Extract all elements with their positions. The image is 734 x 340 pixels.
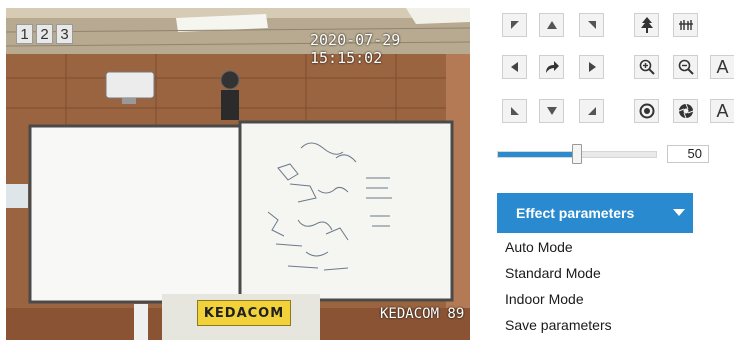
focus-far-button[interactable]	[634, 13, 659, 37]
caret-down-icon	[673, 209, 685, 216]
speed-slider-fill	[498, 152, 578, 157]
osd-timestamp: 2020-07-29 15:15:02	[310, 31, 401, 67]
tilt-up-button[interactable]	[539, 13, 564, 37]
effect-parameters-dropdown[interactable]: Effect parameters	[497, 193, 693, 233]
pan-right-button[interactable]	[579, 55, 604, 79]
zoom-out-icon	[678, 59, 694, 75]
triangle-down-icon	[546, 107, 557, 115]
osd-camera-name: KEDACOM 89	[380, 306, 465, 322]
channel-tab-1[interactable]: 1	[16, 24, 33, 44]
zoom-in-button[interactable]	[634, 55, 659, 79]
triangle-up-icon	[546, 21, 557, 29]
triangle-up-left-icon	[510, 21, 519, 29]
iris-close-icon	[678, 103, 693, 119]
text-size-button[interactable]: A	[710, 55, 734, 79]
focus-near-button[interactable]	[673, 13, 698, 37]
text-size-button-2[interactable]: A	[710, 99, 734, 123]
option-auto-mode[interactable]: Auto Mode	[497, 234, 697, 260]
tree-icon	[640, 17, 653, 33]
triangle-down-right-icon	[587, 107, 596, 115]
triangle-left-icon	[510, 62, 518, 72]
triangle-up-right-icon	[587, 21, 596, 29]
triangle-down-left-icon	[510, 107, 519, 115]
channel-tabs: 1 2 3	[16, 24, 73, 44]
curved-arrow-icon	[545, 61, 559, 73]
option-indoor-mode[interactable]: Indoor Mode	[497, 286, 697, 312]
zoom-out-button[interactable]	[673, 55, 698, 79]
triangle-right-icon	[588, 62, 596, 72]
effect-parameters-label: Effect parameters	[516, 205, 635, 221]
speed-value-field[interactable]: 50	[667, 145, 709, 163]
home-button[interactable]	[539, 55, 564, 79]
tilt-down-button[interactable]	[539, 99, 564, 123]
effect-options-list: Auto Mode Standard Mode Indoor Mode Save…	[497, 234, 697, 338]
iris-open-icon	[639, 103, 654, 119]
pan-up-left-button[interactable]	[502, 13, 527, 37]
option-save-parameters[interactable]: Save parameters	[497, 312, 697, 338]
zoom-in-icon	[639, 59, 655, 75]
speed-slider-thumb[interactable]	[572, 144, 582, 164]
pan-down-right-button[interactable]	[579, 99, 604, 123]
channel-tab-2[interactable]: 2	[36, 24, 53, 44]
iris-open-button[interactable]	[634, 99, 659, 123]
grass-icon	[678, 20, 693, 30]
channel-tab-3[interactable]: 3	[56, 24, 73, 44]
option-standard-mode[interactable]: Standard Mode	[497, 260, 697, 286]
pan-down-left-button[interactable]	[502, 99, 527, 123]
iris-close-button[interactable]	[673, 99, 698, 123]
pan-up-right-button[interactable]	[579, 13, 604, 37]
brand-label: KEDACOM	[197, 300, 291, 326]
pan-left-button[interactable]	[502, 55, 527, 79]
video-feed[interactable]: 1 2 3 2020-07-29 15:15:02 KEDACOM KEDACO…	[6, 8, 470, 340]
